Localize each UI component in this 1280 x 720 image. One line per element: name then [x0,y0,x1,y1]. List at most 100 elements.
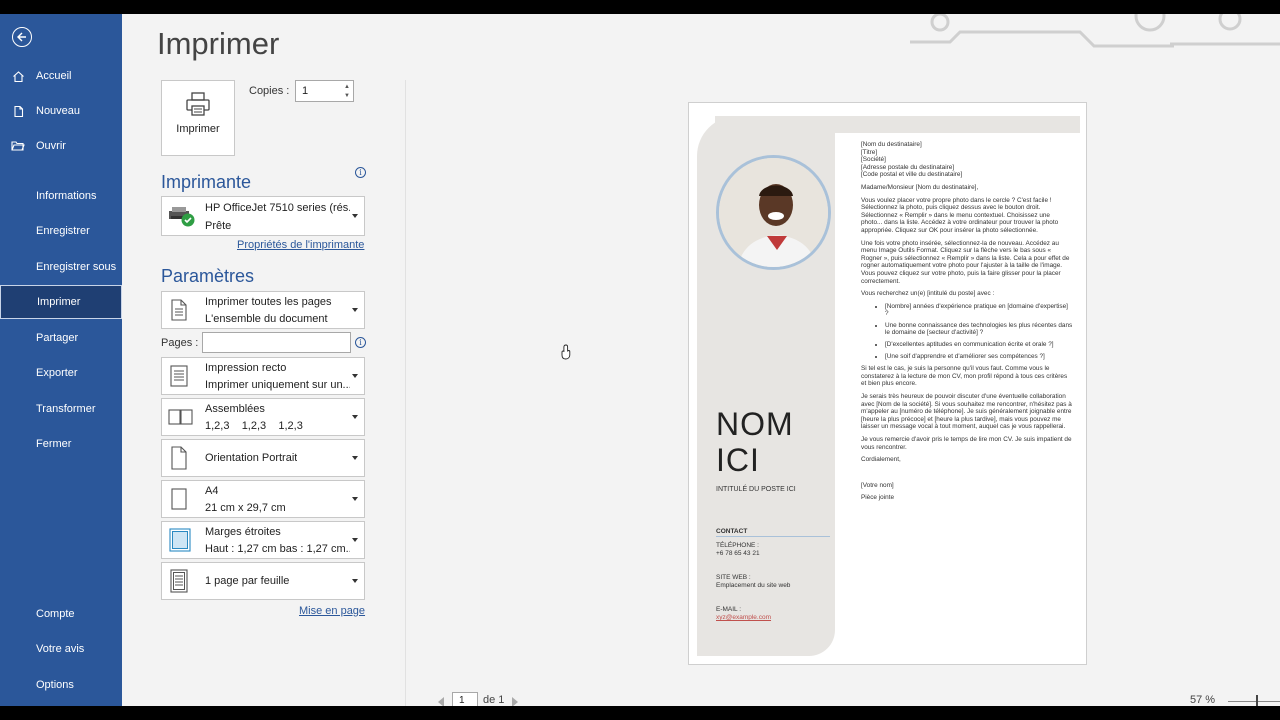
pages-input[interactable] [202,332,351,353]
margins-main: Marges étroites [205,526,281,538]
print-range-main: Imprimer toutes les pages [205,296,332,308]
nav-enregistrer[interactable]: Enregistrer [0,214,122,248]
page-setup-link[interactable]: Mise en page [299,605,365,617]
nav-label: Compte [36,608,75,620]
nav-label: Enregistrer sous [36,261,117,273]
contact-divider [716,536,830,537]
name-line-2: ICI [716,442,760,478]
qualification-list: [Nombre] années d'expérience pratique en… [861,303,1073,361]
nav-ouvrir[interactable]: Ouvrir [0,129,122,163]
copies-input[interactable]: 1 ▲ ▼ [295,80,354,102]
collate-sub: 1,2,3 1,2,3 1,2,3 [205,420,303,432]
nav-label: Partager [36,332,79,344]
chevron-down-icon [352,374,358,378]
list-item: [D'excellentes aptitudes en communicatio… [885,341,1073,349]
print-range-dropdown[interactable]: Imprimer toutes les pages L'ensemble du … [161,291,365,329]
chevron-down-icon [352,497,358,501]
collate-dropdown[interactable]: Assemblées 1,2,3 1,2,3 1,2,3 [161,398,365,436]
back-button[interactable] [12,27,32,47]
page-per-sheet-icon [170,569,188,593]
nav-label: Enregistrer [36,225,90,237]
margins-icon [169,528,191,552]
resume-job-title: INTITULÉ DU POSTE ICI [716,486,796,493]
letter-body: [Nom du destinataire] [Titre] [Société] … [861,141,1073,507]
nav-compte[interactable]: Compte [0,597,122,631]
margins-sub: Haut : 1,27 cm bas : 1,27 cm... [205,543,350,555]
print-range-sub: L'ensemble du document [205,313,328,325]
orientation-dropdown[interactable]: Orientation Portrait [161,439,365,477]
nav-partager[interactable]: Partager [0,321,122,355]
printer-ready-icon [169,207,195,227]
nav-options[interactable]: Options [0,668,122,702]
mouse-cursor-icon [561,344,571,360]
page-number-value: 1 [459,695,465,706]
new-document-icon [13,105,23,117]
zoom-slider-thumb[interactable] [1256,695,1258,706]
spin-down-icon[interactable]: ▼ [344,93,350,99]
backstage-sidebar: Accueil Nouveau Ouvrir Informations Enre… [0,14,122,706]
address-line: [Nom du destinataire] [861,141,922,148]
settings-section-title: Paramètres [161,266,255,286]
nav-nouveau[interactable]: Nouveau [0,94,122,128]
next-page-icon[interactable] [512,697,518,706]
nav-accueil[interactable]: Accueil [0,59,122,93]
nav-transformer[interactable]: Transformer [0,392,122,426]
zoom-slider-track[interactable] [1228,701,1280,702]
portrait-page-icon [171,446,187,470]
paper-size-main: A4 [205,485,219,497]
nav-label: Fermer [36,438,72,450]
email-block: E-MAIL : xyz@example.com [716,606,771,622]
margins-dropdown[interactable]: Marges étroites Haut : 1,27 cm bas : 1,2… [161,521,365,559]
page-title: Imprimer [157,26,280,61]
sides-dropdown[interactable]: Impression recto Imprimer uniquement sur… [161,357,365,395]
closing: Cordialement, [861,456,901,464]
nav-label: Accueil [36,70,72,82]
one-sided-icon [170,365,188,387]
paper-size-dropdown[interactable]: A4 21 cm x 29,7 cm [161,480,365,518]
nav-informations[interactable]: Informations [0,179,122,213]
chevron-down-icon [352,538,358,542]
resume-name: NOM ICI [716,406,794,478]
nav-label: Ouvrir [36,140,66,152]
nav-fermer[interactable]: Fermer [0,427,122,461]
contact-heading: CONTACT [716,528,747,536]
paragraph-3: Vous recherchez un(e) [intitulé du poste… [861,290,995,298]
spin-up-icon[interactable]: ▲ [344,84,350,90]
printer-dropdown[interactable]: HP OfficeJet 7510 series (rés... Prête [161,196,365,236]
print-button[interactable]: Imprimer [161,80,235,156]
address-line: [Titre] [861,148,878,156]
paragraph-5: Je serais très heureux de pouvoir discut… [861,393,1072,431]
paragraph-1: Vous voulez placer votre propre photo da… [861,196,1059,234]
printer-icon [186,92,210,116]
nav-enregistrer-sous[interactable]: Enregistrer sous [0,250,122,284]
page-count-label: de 1 [483,694,505,706]
nav-label: Options [36,679,74,691]
list-item: [Nombre] années d'expérience pratique en… [885,303,1073,318]
nav-label: Informations [36,190,97,202]
chevron-down-icon [352,308,358,312]
chevron-down-icon [352,579,358,583]
pages-per-sheet-dropdown[interactable]: 1 page par feuille [161,562,365,600]
email-value: xyz@example.com [716,614,772,621]
nav-label: Transformer [36,403,96,415]
printer-properties-link[interactable]: Propriétés de l'imprimante [237,239,364,251]
chevron-down-icon [352,456,358,460]
nav-votre-avis[interactable]: Votre avis [0,632,122,666]
paragraph-4: Si tel est le cas, je suis la personne q… [861,365,1068,388]
chevron-down-icon [352,214,358,218]
address-line: [Code postal et ville du destinataire] [861,171,963,179]
paper-size-icon [171,488,187,510]
web-block: SITE WEB : Emplacement du site web [716,574,790,590]
nav-imprimer[interactable]: Imprimer [0,285,122,319]
contact-heading-text: CONTACT [716,528,748,535]
pages-label: Pages : [161,337,199,349]
nav-exporter[interactable]: Exporter [0,356,122,390]
page-number-input[interactable]: 1 [452,692,478,706]
printer-info-icon[interactable]: i [355,167,366,178]
previous-page-icon[interactable] [438,697,444,706]
list-item: Une bonne connaissance des technologies … [885,322,1073,337]
print-preview-page: NOM ICI INTITULÉ DU POSTE ICI CONTACT TÉ… [688,102,1087,665]
document-pages-icon [171,299,187,321]
zoom-level: 57 % [1190,694,1216,706]
pages-info-icon[interactable]: i [355,337,366,348]
